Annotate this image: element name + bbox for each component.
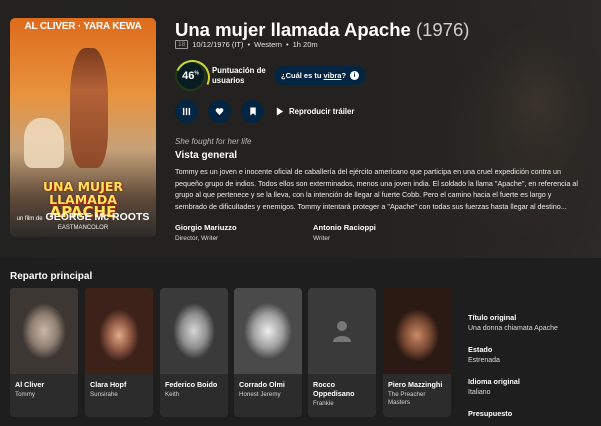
cast-photo <box>160 288 228 374</box>
certification-badge: 18 <box>175 40 189 49</box>
fact-label: Presupuesto <box>468 409 513 418</box>
trailer-label: Reproducir tráiler <box>289 107 355 116</box>
list-icon <box>182 107 191 116</box>
cast-character: Honest Jeremy <box>239 391 281 398</box>
poster-process: EASTMANCOLOR <box>57 225 109 231</box>
crew-name[interactable]: Giorgio Mariuzzo <box>175 223 237 232</box>
heart-icon <box>215 108 224 116</box>
crew-member: Antonio Racioppi Writer <box>313 223 376 242</box>
overview-text: Tommy es un joven e inocente oficial de … <box>175 167 578 211</box>
cast-card[interactable]: Corrado Olmi Honest Jeremy <box>234 288 302 417</box>
poster-horse-art <box>24 118 64 168</box>
play-icon <box>276 107 284 116</box>
cast-character: Sunsirahe <box>90 391 118 398</box>
bookmark-icon <box>249 107 256 116</box>
vibe-button[interactable]: ¿Cuál es tu vibra? i <box>274 66 367 85</box>
cast-name: Al Cliver <box>15 380 45 389</box>
cast-character: Keith <box>165 391 180 398</box>
cast-card[interactable]: Rocco Oppedisano Frankie <box>308 288 376 417</box>
play-trailer-button[interactable]: Reproducir tráiler <box>276 107 354 116</box>
runtime: 1h 20m <box>292 40 318 49</box>
user-score-chart[interactable]: 46% <box>175 60 206 91</box>
hero-section: AL CLIVER · YARA KEWA UNA MUJER LLAMADA … <box>0 0 601 258</box>
genre-link[interactable]: Western <box>254 40 282 49</box>
poster-director: un film de GEORGE Mc ROOTS <box>16 211 150 223</box>
fact-label: Estado <box>468 345 493 354</box>
cast-character: Tommy <box>15 391 35 398</box>
cast-character: The Preacher Masters <box>388 391 426 406</box>
tagline: She fought for her life <box>175 137 252 146</box>
movie-poster[interactable]: AL CLIVER · YARA KEWA UNA MUJER LLAMADA … <box>10 18 156 237</box>
cast-card[interactable]: Al Cliver Tommy <box>10 288 78 417</box>
cast-name: Corrado Olmi <box>239 380 285 389</box>
cast-name: Clara Hopf <box>90 380 127 389</box>
cast-photo <box>234 288 302 374</box>
cast-heading: Reparto principal <box>10 271 93 282</box>
fact-label: Título original <box>468 313 517 322</box>
score-row: 46% Puntuación de usuarios ¿Cuál es tu v… <box>175 60 367 91</box>
crew-member: Giorgio Mariuzzo Director, Writer <box>175 223 237 242</box>
release-date: 10/12/1976 (IT) <box>192 40 244 49</box>
cast-photo <box>10 288 78 374</box>
poster-figure-art <box>70 48 108 168</box>
movie-title: Una mujer llamada Apache (1976) <box>175 19 469 41</box>
score-value: 46 <box>182 69 195 82</box>
fact-value: Italiano <box>468 389 491 396</box>
fact-label: Idioma original <box>468 377 520 386</box>
action-bar: Reproducir tráiler <box>175 100 354 123</box>
fact-value: Una donna chiamata Apache <box>468 325 558 332</box>
cast-name: Piero Mazzinghi <box>388 380 443 389</box>
cast-character: Frankie <box>313 400 334 407</box>
movie-year: (1976) <box>415 19 470 40</box>
cast-card[interactable]: Clara Hopf Sunsirahe <box>85 288 153 417</box>
info-icon: i <box>350 71 360 80</box>
cast-photo <box>308 288 376 374</box>
crew-role: Writer <box>313 235 331 242</box>
cast-photo <box>383 288 451 374</box>
lower-section: Reparto principal Al Cliver Tommy Clara … <box>0 258 601 426</box>
poster-actors: AL CLIVER · YARA KEWA <box>24 21 142 32</box>
separator-dot: • <box>247 40 251 49</box>
cast-card[interactable]: Federico Boido Keith <box>160 288 228 417</box>
cast-name: Federico Boido <box>165 380 218 389</box>
movie-facts: 18 10/12/1976 (IT) • Western • 1h 20m <box>175 40 318 49</box>
movie-info-sidebar: Título original Una donna chiamata Apach… <box>468 313 598 421</box>
score-label: Puntuación de usuarios <box>212 65 266 85</box>
crew-name[interactable]: Antonio Racioppi <box>313 223 376 232</box>
person-placeholder-icon <box>333 321 351 342</box>
add-to-list-button[interactable] <box>175 100 198 123</box>
cast-card[interactable]: Piero Mazzinghi The Preacher Masters <box>383 288 451 417</box>
cast-name: Rocco Oppedisano <box>313 380 355 398</box>
movie-title-text[interactable]: Una mujer llamada Apache <box>175 19 411 40</box>
favorite-button[interactable] <box>208 100 231 123</box>
cast-photo <box>85 288 153 374</box>
crew-role: Director, Writer <box>175 235 219 242</box>
watchlist-button[interactable] <box>241 100 264 123</box>
overview-heading: Vista general <box>175 150 238 161</box>
separator-dot: • <box>285 40 289 49</box>
fact-value: Estrenada <box>468 357 500 364</box>
